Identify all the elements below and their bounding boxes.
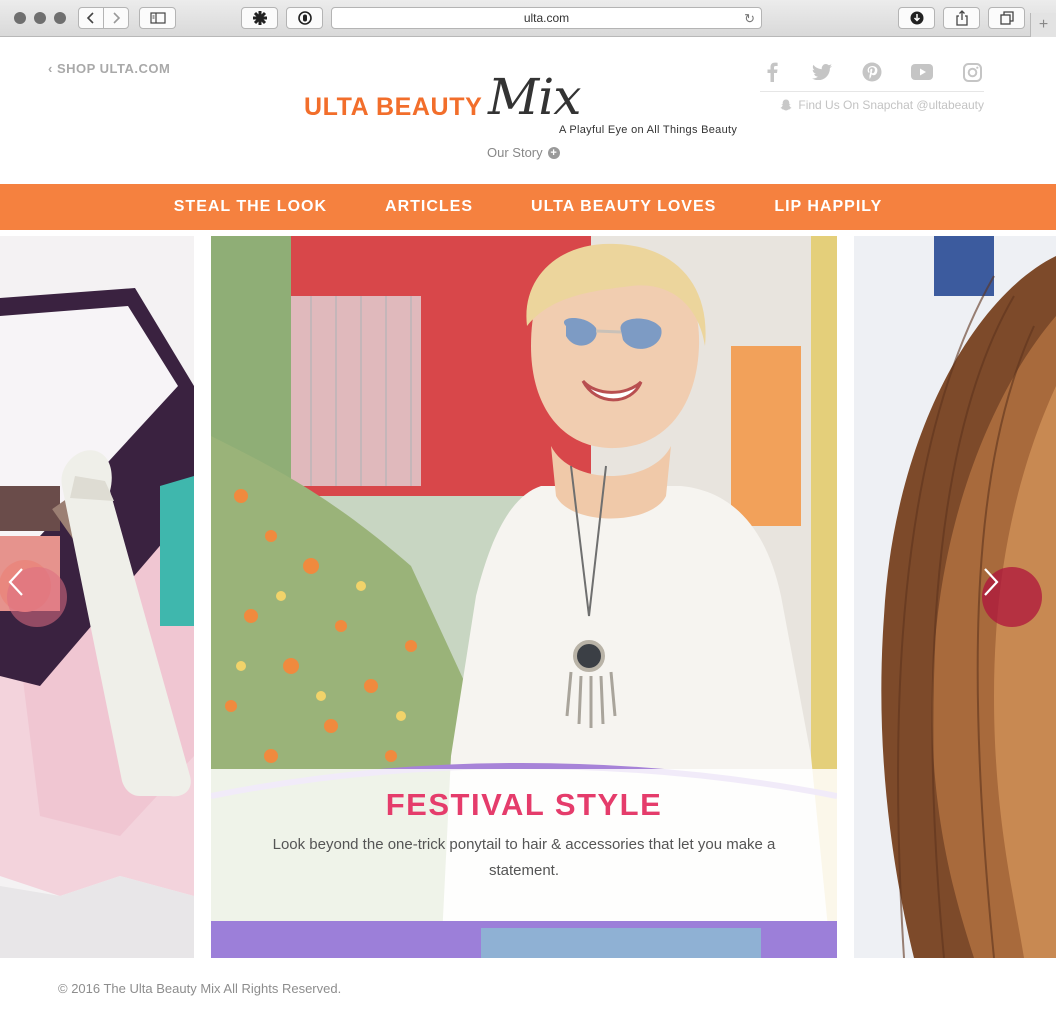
browser-toolbar: ulta.com ↻ + [0, 0, 1056, 37]
address-text: ulta.com [523, 11, 570, 25]
nav-steal-the-look[interactable]: STEAL THE LOOK [174, 198, 327, 216]
chevron-left-icon: ‹ [48, 61, 57, 76]
snapchat-label: Find Us On Snapchat @ultabeauty [798, 98, 984, 112]
logo-tagline: A Playful Eye on All Things Beauty [559, 124, 738, 136]
twitter-icon[interactable] [810, 60, 834, 84]
snapchat-icon [780, 99, 792, 111]
download-icon [910, 11, 923, 25]
tabs-icon [999, 11, 1014, 25]
slide-title: FESTIVAL STYLE [385, 787, 663, 822]
shop-ulta-label: SHOP ULTA.COM [56, 61, 171, 76]
facebook-icon[interactable] [760, 60, 784, 84]
carousel-next-button[interactable] [982, 567, 1042, 627]
downloads-button[interactable] [898, 7, 935, 29]
chevron-right-icon [984, 568, 999, 596]
tabs-button[interactable] [988, 7, 1025, 29]
reload-icon[interactable]: ↻ [744, 11, 755, 27]
sidebar-button[interactable] [139, 7, 176, 29]
main-nav: STEAL THE LOOK ARTICLES ULTA BEAUTY LOVE… [0, 184, 1056, 230]
snapchat-link[interactable]: Find Us On Snapchat @ultabeauty [760, 98, 984, 112]
nav-articles[interactable]: ARTICLES [385, 198, 473, 216]
social-links [760, 60, 984, 84]
site-logo[interactable]: ULTA BEAUTY Mix A Playful Eye on All Thi… [304, 68, 764, 138]
extension-icon [252, 11, 267, 25]
our-story-link[interactable]: Our Story + [487, 145, 560, 160]
slide-caption[interactable]: FESTIVAL STYLE Look beyond the one-trick… [211, 769, 837, 921]
extension-button[interactable] [241, 7, 278, 29]
logo-wordmark: ULTA BEAUTY [304, 93, 483, 121]
nav-lip-happily[interactable]: LIP HAPPILY [774, 198, 882, 216]
privacy-icon [297, 11, 312, 25]
back-button[interactable] [78, 7, 104, 29]
address-bar[interactable]: ulta.com ↻ [331, 7, 762, 29]
featured-carousel: FESTIVAL STYLE Look beyond the one-trick… [0, 236, 1056, 958]
share-icon [955, 10, 968, 26]
plus-circle-icon: + [547, 146, 560, 159]
slide-prev-makeup-image[interactable] [0, 236, 194, 958]
instagram-icon[interactable] [960, 60, 984, 84]
close-window-dot[interactable] [14, 12, 26, 24]
youtube-icon[interactable] [910, 60, 934, 84]
slide-description: Look beyond the one-trick ponytail to ha… [272, 836, 776, 879]
minimize-window-dot[interactable] [34, 12, 46, 24]
carousel-prev-button[interactable] [7, 567, 67, 627]
back-icon [86, 12, 94, 24]
site-header: ‹ SHOP ULTA.COM ULTA BEAUTY Mix A Playfu… [0, 38, 1056, 184]
share-button[interactable] [943, 7, 980, 29]
nav-ulta-beauty-loves[interactable]: ULTA BEAUTY LOVES [531, 198, 716, 216]
zoom-window-dot[interactable] [54, 12, 66, 24]
privacy-button[interactable] [286, 7, 323, 29]
social-divider [760, 91, 984, 92]
forward-icon [113, 12, 121, 24]
slide-next-hair-image[interactable] [854, 236, 1056, 958]
new-tab-icon[interactable]: + [1030, 13, 1056, 37]
pinterest-icon[interactable] [860, 60, 884, 84]
footer-copyright: © 2016 The Ulta Beauty Mix All Rights Re… [58, 981, 342, 996]
shop-ulta-link[interactable]: ‹ SHOP ULTA.COM [48, 61, 170, 76]
our-story-label: Our Story [487, 145, 543, 160]
sidebar-icon [149, 12, 166, 24]
chevron-left-icon [8, 568, 23, 596]
forward-button[interactable] [103, 7, 129, 29]
logo-script: Mix [488, 68, 581, 126]
